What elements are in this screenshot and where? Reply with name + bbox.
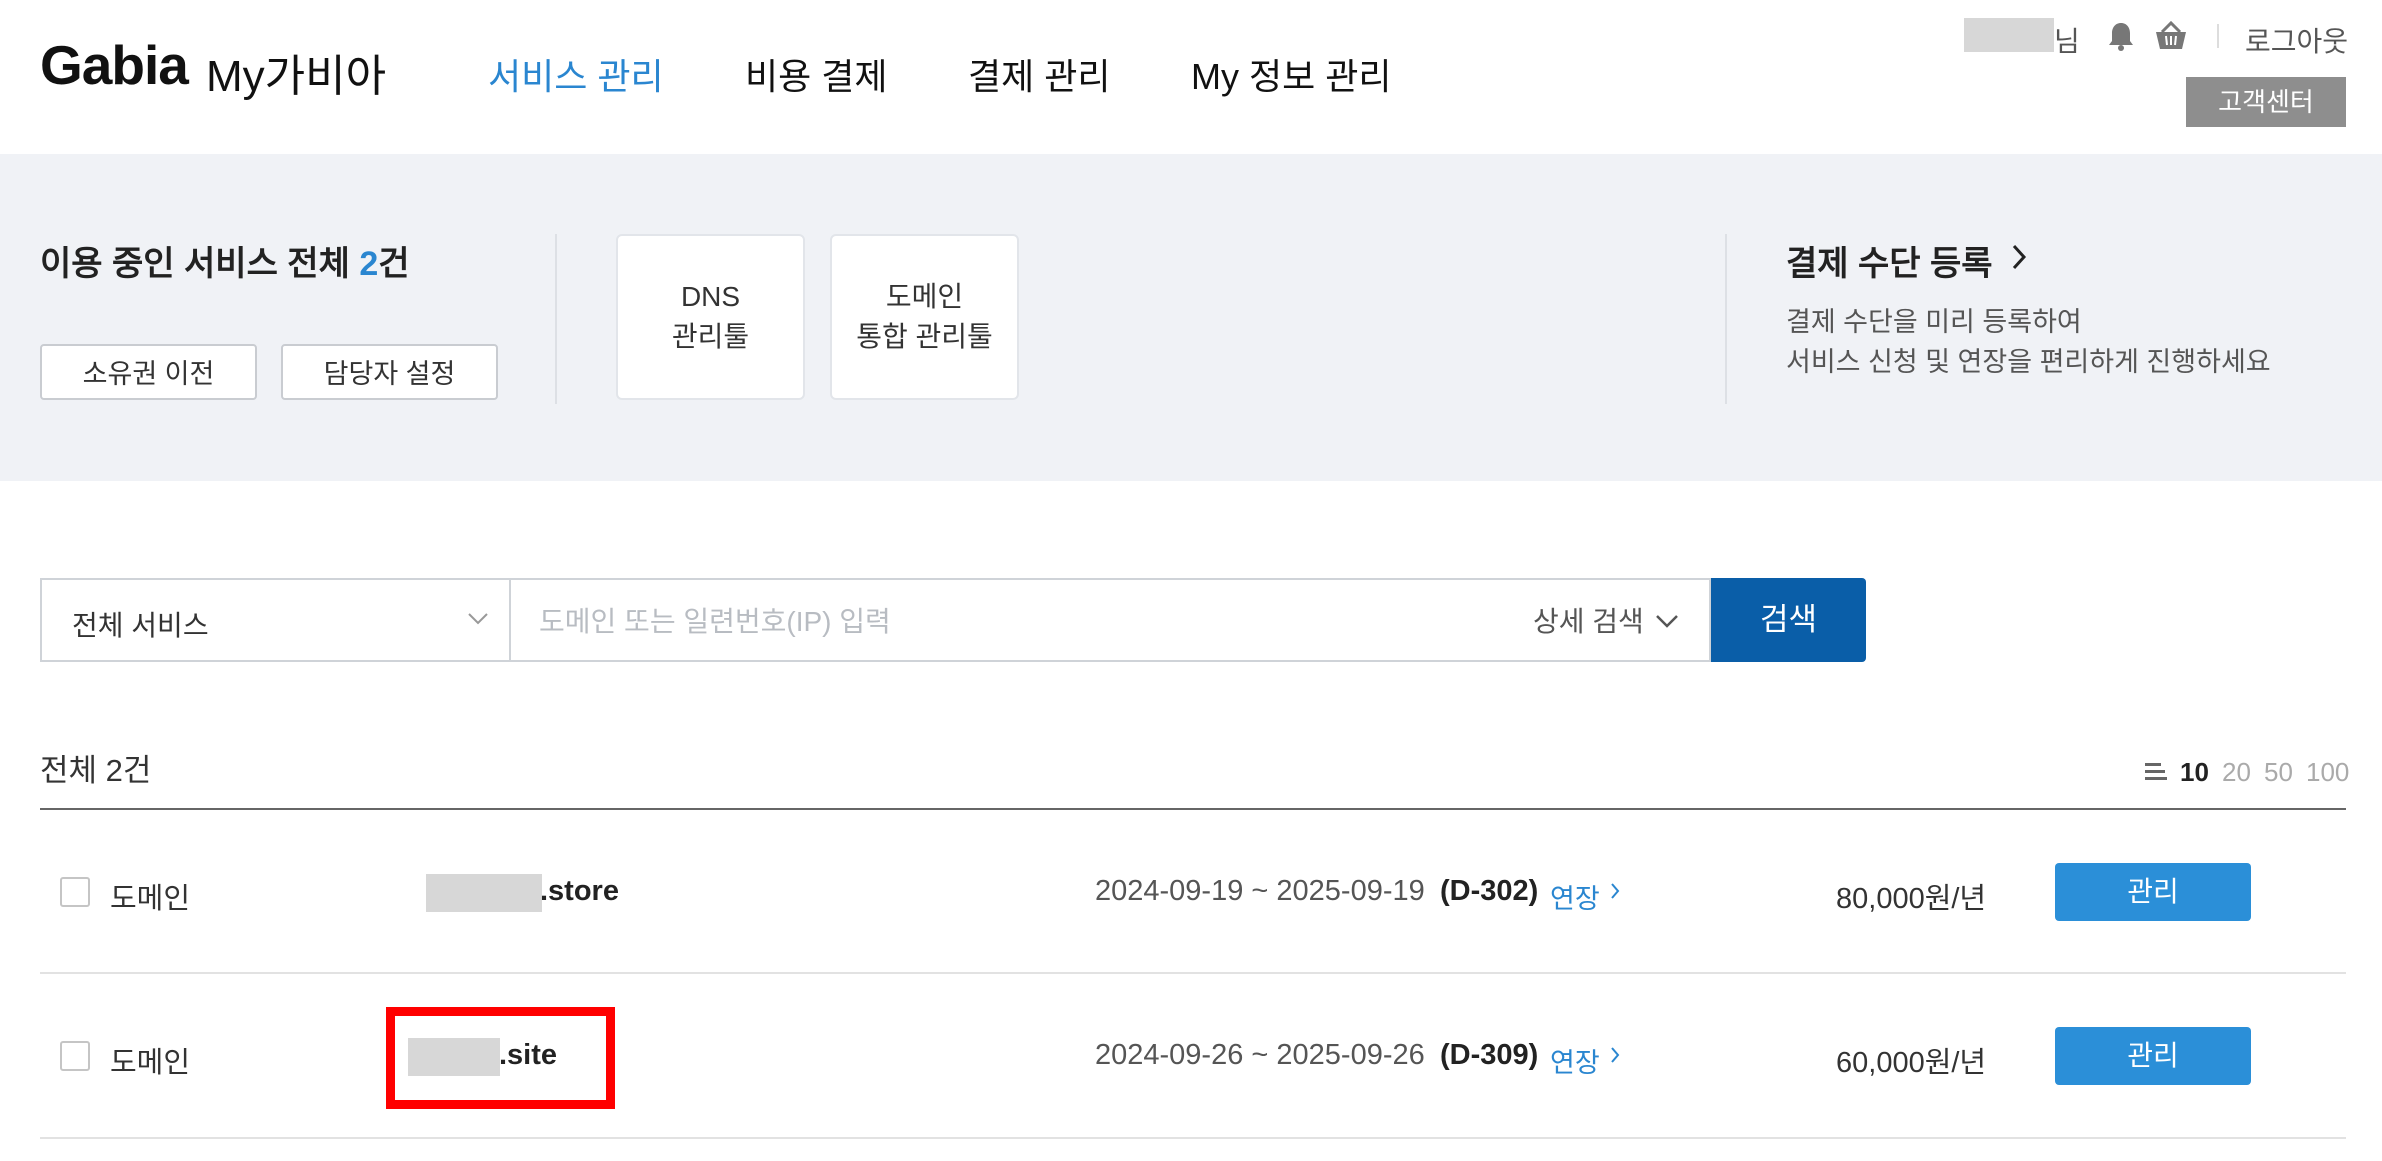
nav-payment-management[interactable]: 결제 관리 [968, 48, 1110, 100]
chevron-down-icon [468, 613, 488, 625]
chevron-right-icon[interactable] [1610, 1046, 1620, 1064]
logo[interactable]: Gabia [40, 33, 189, 97]
domain-tool-card[interactable]: 도메인 통합 관리툴 [830, 234, 1019, 400]
nav-my-info[interactable]: My 정보 관리 [1191, 48, 1391, 100]
dns-tool-line2: 관리툴 [671, 321, 750, 352]
row-checkbox[interactable] [60, 1041, 90, 1071]
service-count-number: 2 [359, 245, 379, 283]
domain-tool-line2: 통합 관리툴 [856, 321, 993, 352]
chevron-down-icon[interactable] [1655, 614, 1679, 628]
row-divider [40, 1137, 2346, 1139]
row-checkbox[interactable] [60, 877, 90, 907]
page: Gabia My가비아 서비스 관리 비용 결제 결제 관리 My 정보 관리 … [0, 0, 2382, 1161]
bell-icon[interactable] [2106, 20, 2136, 52]
contact-settings-button[interactable]: 담당자 설정 [281, 344, 498, 400]
dns-tool-card[interactable]: DNS 관리툴 [616, 234, 805, 400]
header: Gabia My가비아 서비스 관리 비용 결제 결제 관리 My 정보 관리 … [0, 0, 2382, 154]
domain-tool-line1: 도메인 [885, 281, 964, 312]
row-service-type: 도메인 [110, 883, 191, 915]
chevron-right-icon[interactable] [1610, 882, 1620, 900]
payment-description-line2: 서비스 신청 및 연장을 편리하게 진행하세요 [1786, 347, 2271, 377]
row-period: 2024-09-19 ~ 2025-09-19 [1095, 875, 1425, 907]
service-count-suffix: 건 [378, 245, 410, 283]
page-size-100[interactable]: 100 [2306, 757, 2349, 788]
row-renew-link[interactable]: 연장 [1550, 1041, 1600, 1080]
search-input[interactable] [537, 598, 1481, 646]
list-icon [2145, 763, 2167, 780]
logout-link[interactable]: 로그아웃 [2245, 20, 2348, 60]
domain-name-redacted [426, 874, 542, 912]
advanced-search-toggle[interactable]: 상세 검색 [1533, 600, 1644, 640]
row-renew-link[interactable]: 연장 [1550, 877, 1600, 916]
row-dday: (D-309) [1440, 1039, 1539, 1071]
row-manage-button[interactable]: 관리 [2055, 1027, 2251, 1085]
username-suffix: 님 [2054, 26, 2080, 57]
row-period: 2024-09-26 ~ 2025-09-26 [1095, 1039, 1425, 1071]
customer-center-button[interactable]: 고객센터 [2186, 77, 2346, 127]
username-redacted [1964, 18, 2054, 52]
chevron-right-icon[interactable] [2010, 242, 2028, 272]
list-top-divider [40, 808, 2346, 810]
search-button[interactable]: 검색 [1711, 578, 1866, 662]
page-size-10[interactable]: 10 [2180, 757, 2209, 788]
row-price: 60,000원/년 [1836, 1047, 1987, 1079]
row-dday: (D-302) [1440, 875, 1539, 907]
cart-icon[interactable] [2153, 20, 2189, 52]
list-total-count: 전체 2건 [40, 753, 152, 788]
row-manage-button[interactable]: 관리 [2055, 863, 2251, 921]
logo-subtitle[interactable]: My가비아 [206, 40, 386, 104]
payment-description-line1: 결제 수단을 미리 등록하여 [1786, 307, 2082, 337]
highlight-box [386, 1007, 615, 1109]
page-size-50[interactable]: 50 [2264, 757, 2293, 788]
ownership-transfer-button[interactable]: 소유권 이전 [40, 344, 257, 400]
nav-billing-payment[interactable]: 비용 결제 [745, 48, 887, 100]
search-field: 상세 검색 [509, 578, 1711, 662]
page-size-20[interactable]: 20 [2222, 757, 2251, 788]
nav-service-management[interactable]: 서비스 관리 [488, 48, 664, 100]
row-service-type: 도메인 [110, 1047, 191, 1079]
service-summary-panel: 이용 중인 서비스 전체 2건 소유권 이전 담당자 설정 DNS 관리툴 도메… [0, 154, 2382, 481]
service-type-select[interactable]: 전체 서비스 [40, 578, 509, 662]
payment-method-register-link[interactable]: 결제 수단 등록 [1786, 236, 1993, 285]
row-domain-tld[interactable]: .store [540, 875, 619, 908]
service-type-value: 전체 서비스 [72, 610, 209, 641]
service-count-prefix: 이용 중인 서비스 전체 [40, 245, 360, 283]
service-count-title: 이용 중인 서비스 전체 2건 [40, 236, 410, 285]
row-price: 80,000원/년 [1836, 883, 1987, 915]
row-divider [40, 972, 2346, 974]
utility-divider [2217, 24, 2219, 48]
summary-divider-right [1725, 234, 1727, 404]
summary-divider-left [555, 234, 557, 404]
dns-tool-line1: DNS [680, 281, 741, 312]
